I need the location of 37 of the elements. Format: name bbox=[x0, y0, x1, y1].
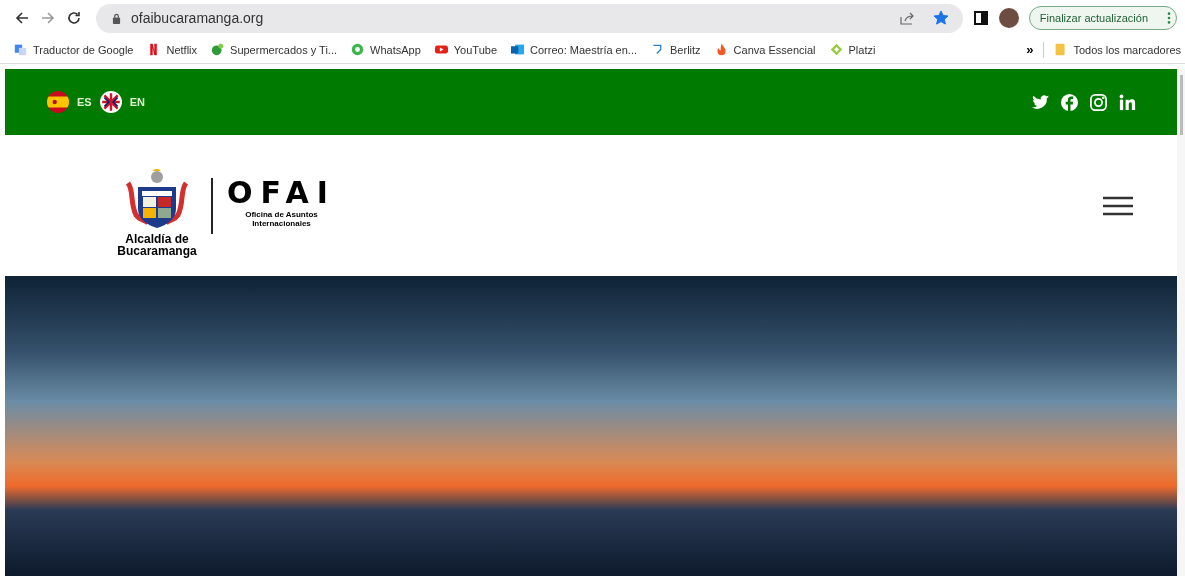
city-name: Alcaldía de Bucaramanga bbox=[117, 232, 197, 257]
brand-subtitle: Oficina de Asuntos Internacionales bbox=[244, 209, 319, 228]
flame-icon bbox=[714, 43, 728, 56]
bookmark-link[interactable]: Berlitz bbox=[651, 43, 701, 56]
bookmark-link[interactable]: Supermercados y Ti... bbox=[211, 43, 338, 56]
bookmark-link[interactable]: Traductor de Google bbox=[14, 43, 134, 56]
bookmark-link[interactable]: Netflix bbox=[147, 43, 198, 56]
star-icon[interactable] bbox=[932, 10, 949, 26]
play-button-icon bbox=[434, 43, 448, 56]
side-panel-icon[interactable] bbox=[972, 10, 989, 26]
address-bar[interactable]: ofaibucaramanga.org bbox=[96, 3, 963, 33]
forward-icon[interactable] bbox=[40, 10, 56, 26]
bookmark-link[interactable]: Canva Essencial bbox=[714, 43, 816, 56]
reload-icon[interactable] bbox=[66, 10, 82, 26]
folder-icon bbox=[1054, 43, 1068, 56]
linkedin-icon[interactable] bbox=[1118, 92, 1137, 112]
language-link[interactable]: ES bbox=[47, 91, 92, 113]
facebook-icon[interactable] bbox=[1060, 92, 1079, 112]
brand-name: OFAI bbox=[227, 177, 336, 208]
profile-avatar[interactable] bbox=[998, 8, 1019, 28]
bookmark-link[interactable]: Correo: Maestría en... bbox=[511, 43, 638, 56]
back-icon[interactable] bbox=[14, 10, 30, 26]
bookmark-link[interactable]: WhatsApp bbox=[351, 43, 421, 56]
all-bookmarks-link[interactable]: Todos los marcadores bbox=[1054, 43, 1181, 56]
lock-icon bbox=[112, 12, 121, 24]
scrollbar[interactable] bbox=[1177, 69, 1185, 576]
camera-icon[interactable] bbox=[1089, 92, 1108, 112]
bookmark-link[interactable]: Platzi bbox=[829, 43, 876, 56]
mail-icon bbox=[511, 43, 525, 56]
more-bookmarks-button[interactable]: » bbox=[1026, 42, 1034, 57]
update-button[interactable]: Finalizar actualización bbox=[1028, 6, 1177, 30]
bird-icon[interactable] bbox=[1031, 92, 1050, 112]
menu-icon[interactable] bbox=[1103, 195, 1133, 216]
translate-icon bbox=[14, 43, 27, 56]
bookmark-link[interactable]: YouTube bbox=[434, 43, 498, 56]
diamond-icon bbox=[829, 43, 843, 56]
share-icon[interactable] bbox=[898, 10, 915, 26]
